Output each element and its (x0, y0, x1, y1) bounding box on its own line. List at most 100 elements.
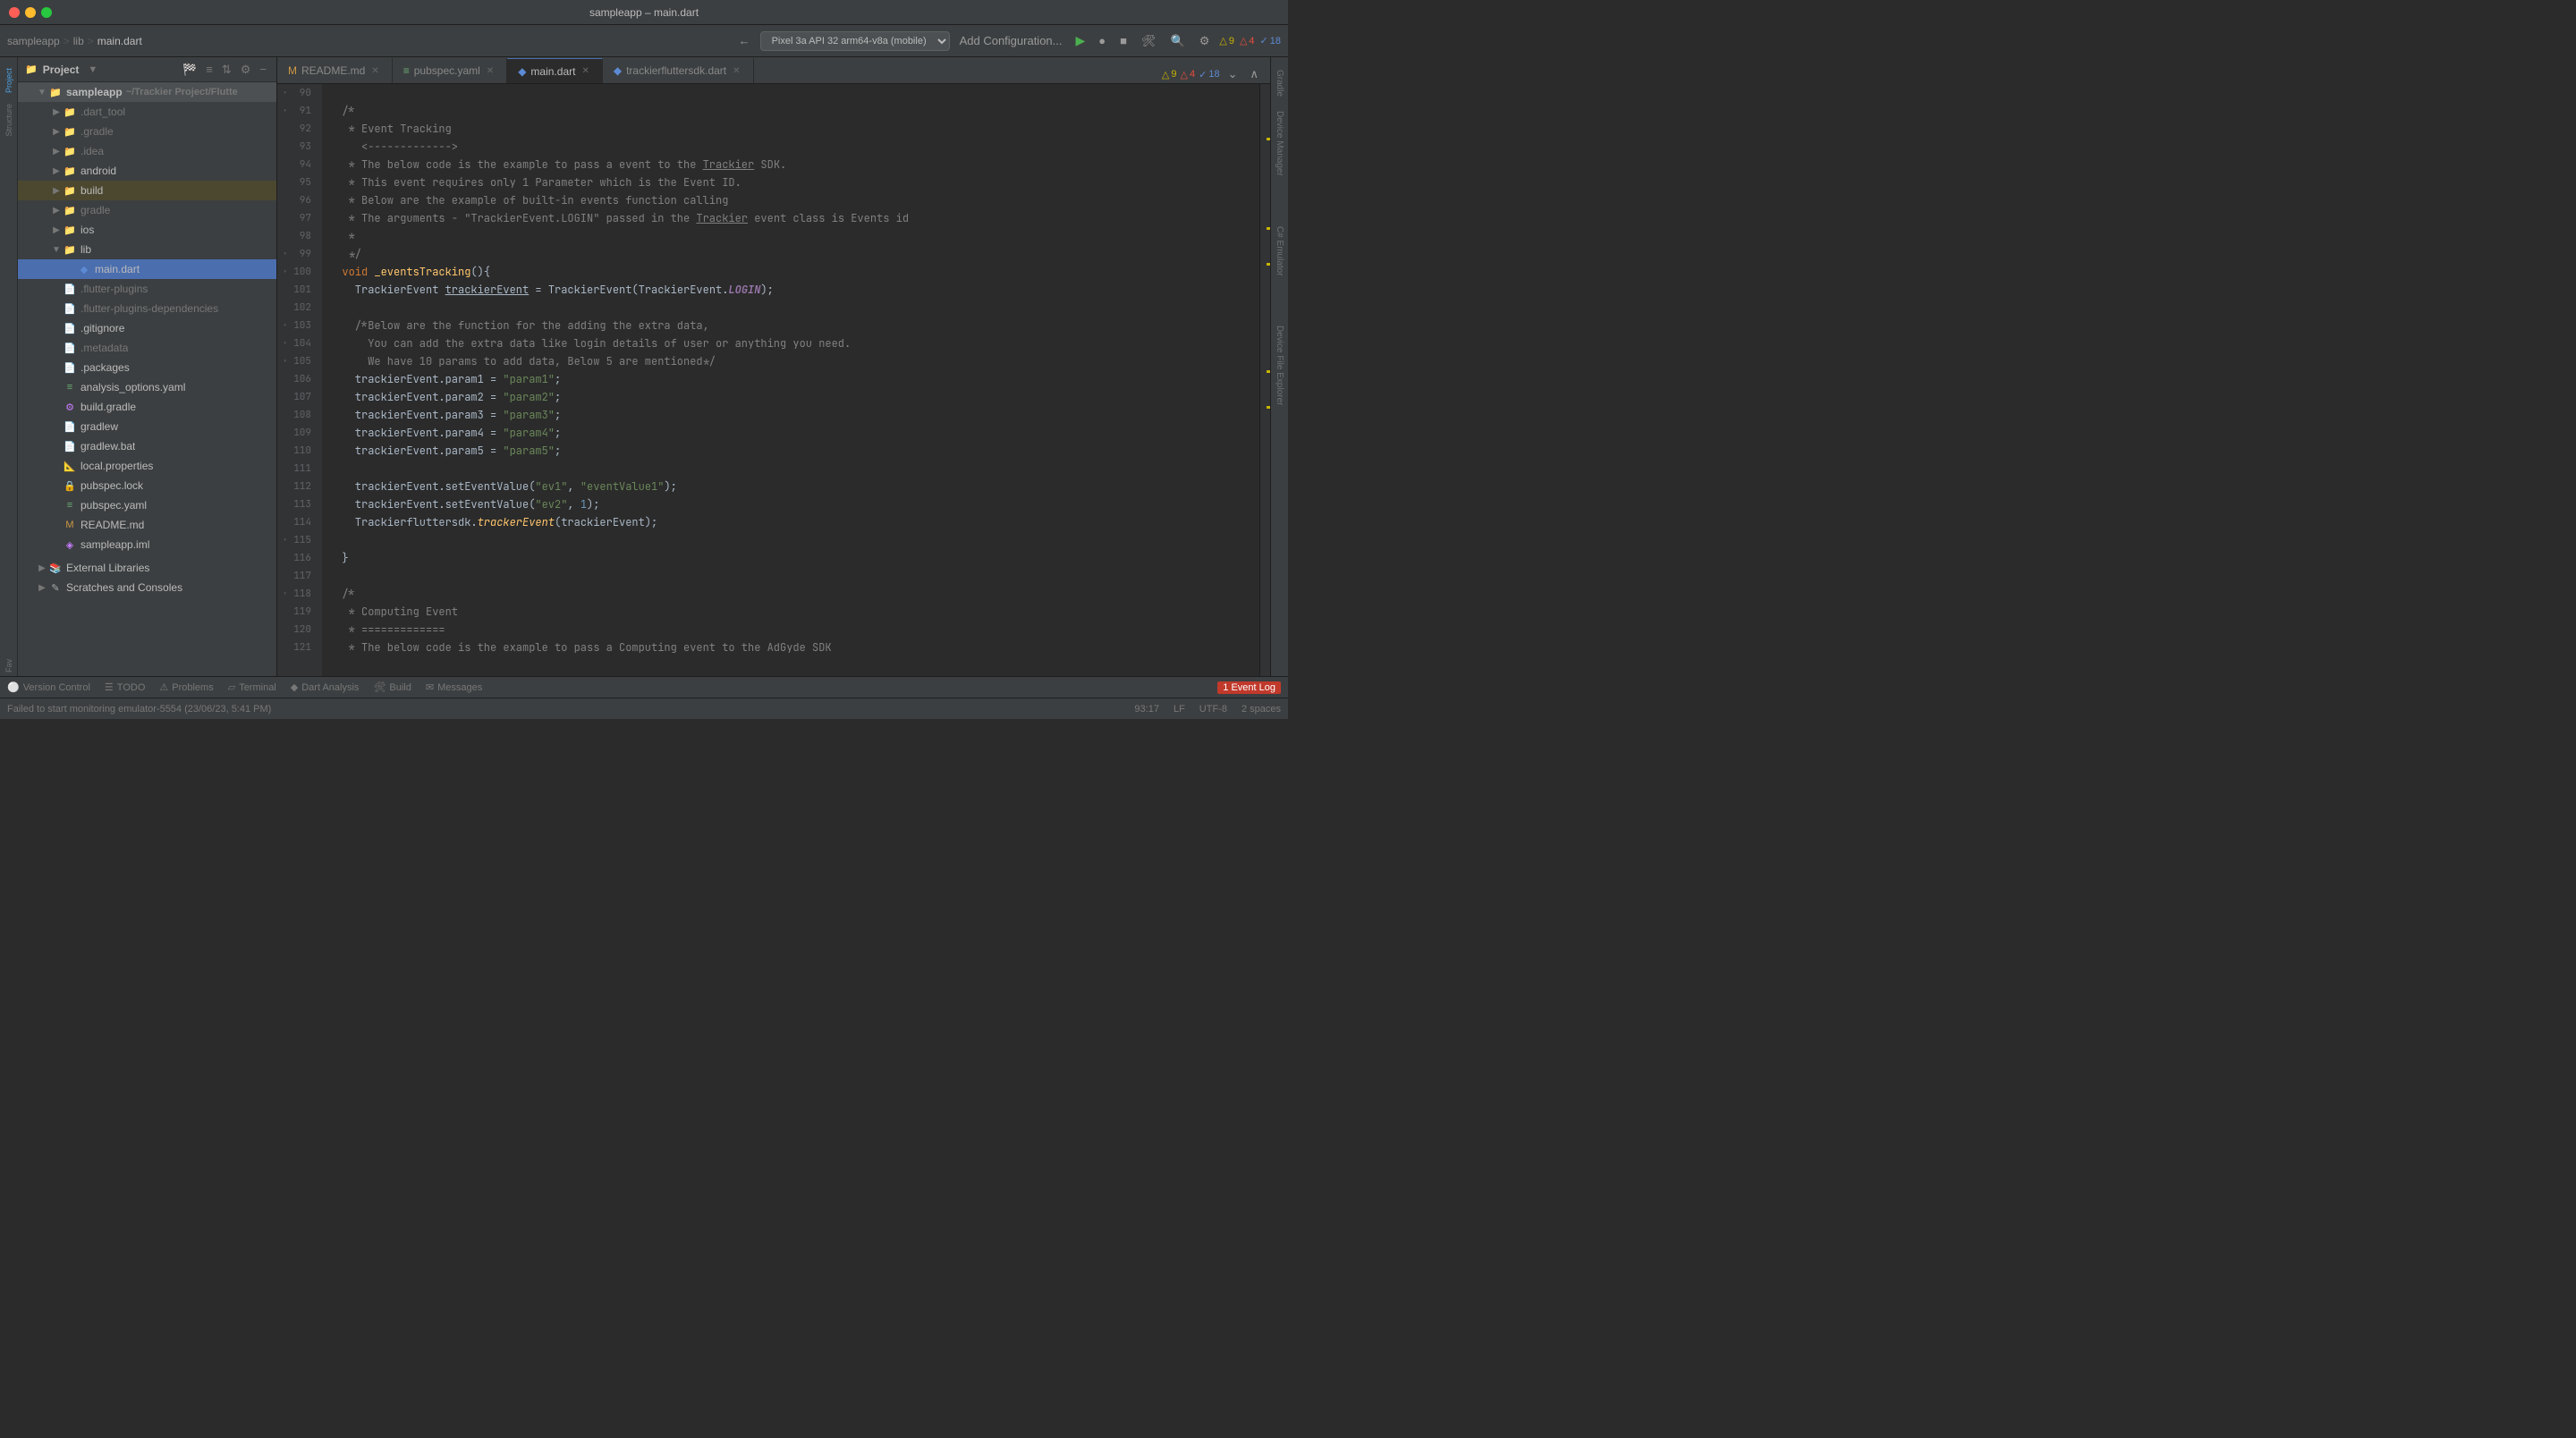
list-item[interactable]: 📄 .flutter-plugins (18, 279, 276, 299)
list-item[interactable]: ▶ 📁 ios (18, 220, 276, 240)
code-content[interactable]: /* * Event Tracking <-------------> * Th… (322, 84, 1259, 676)
search-button[interactable]: 🔍 (1166, 32, 1190, 50)
build-folder-icon: 📁 (63, 183, 77, 198)
position-indicator: 93:17 (1134, 704, 1159, 715)
minimize-button[interactable] (25, 7, 36, 18)
device-file-explorer-label[interactable]: Device File Explorer (1273, 320, 1286, 410)
pubspec-tab-icon: ≡ (403, 64, 410, 77)
list-item[interactable]: 📄 .metadata (18, 338, 276, 358)
code-line-108: trackierEvent.param3 = "param3"; (329, 406, 1252, 424)
list-item[interactable]: ◈ sampleapp.iml (18, 535, 276, 554)
messages-btn[interactable]: ✉ Messages (426, 681, 482, 693)
list-item[interactable]: M README.md (18, 515, 276, 535)
tab-pubspec[interactable]: ≡ pubspec.yaml ✕ (393, 58, 507, 83)
tree-root[interactable]: ▼ 📁 sampleapp ~/Trackier Project/Flutte (18, 82, 276, 102)
hint-badge[interactable]: ✓ 18 (1260, 35, 1281, 47)
list-item[interactable]: 🔒 pubspec.lock (18, 476, 276, 495)
device-selector[interactable]: Pixel 3a API 32 arm64-v8a (mobile) (760, 31, 950, 51)
line-ending: LF (1174, 704, 1185, 715)
settings-gear[interactable]: ⚙ (238, 63, 254, 77)
build-btn[interactable]: 🛠 Build (373, 681, 411, 693)
add-config-button[interactable]: Add Configuration... (955, 32, 1067, 49)
run-button[interactable]: ▶ (1072, 31, 1089, 50)
collapse-editor[interactable]: ⌄ (1224, 65, 1242, 83)
vc-icon: ⚪ (7, 681, 20, 693)
warning-badge[interactable]: △ 9 (1219, 35, 1234, 47)
gradle-panel-label[interactable]: Gradle (1273, 64, 1286, 102)
code-line-117 (329, 567, 1252, 585)
list-item[interactable]: ▶ 📁 .dart_tool (18, 102, 276, 122)
list-item[interactable]: ▶ 📁 .gradle (18, 122, 276, 141)
list-item[interactable]: 📄 .gitignore (18, 318, 276, 338)
dart-analysis-btn[interactable]: ◆ Dart Analysis (291, 681, 360, 693)
trackier-tab-icon: ◆ (614, 64, 622, 77)
list-item[interactable]: 📄 gradlew (18, 417, 276, 436)
emulator-label[interactable]: C# Emulator (1273, 221, 1286, 282)
tab-main-dart[interactable]: ◆ main.dart ✕ (507, 58, 603, 83)
readme-tab-close[interactable]: ✕ (369, 66, 380, 76)
list-item[interactable]: ▶ 📁 build (18, 181, 276, 200)
device-manager-label[interactable]: Device Manager (1273, 106, 1286, 182)
gutter-100: 100 (281, 263, 315, 281)
gutter-114: 114 (281, 513, 315, 531)
collapse-all-button[interactable]: ≡ (203, 63, 216, 77)
main-dart-tab-close[interactable]: ✕ (580, 66, 590, 76)
list-item[interactable]: 📐 local.properties (18, 456, 276, 476)
gutter-113: 113 (281, 495, 315, 513)
todo-btn[interactable]: ☰ TODO (105, 681, 145, 693)
back-button[interactable]: ← (734, 32, 755, 49)
pubspec-tab-close[interactable]: ✕ (485, 66, 496, 76)
android-folder-icon: 📁 (63, 164, 77, 178)
structure-icon[interactable]: Structure (3, 100, 15, 140)
pubspec-tab-label: pubspec.yaml (414, 64, 480, 77)
locate-button[interactable]: 🏁 (180, 63, 199, 77)
list-item[interactable]: ▶ 📁 .idea (18, 141, 276, 161)
list-item[interactable]: ≡ pubspec.yaml (18, 495, 276, 515)
panel-dropdown[interactable]: ▼ (88, 64, 97, 75)
list-item[interactable]: ⚙ build.gradle (18, 397, 276, 417)
favorites-icon[interactable]: Fav (3, 656, 15, 676)
editor-scroll-gutter[interactable] (1259, 84, 1270, 676)
list-item[interactable]: ▼ 📁 lib (18, 240, 276, 259)
list-item[interactable]: 📄 .flutter-plugins-dependencies (18, 299, 276, 318)
project-icon[interactable]: Project (3, 64, 15, 97)
gutter-91: 91 (281, 102, 315, 120)
gutter-110: 110 (281, 442, 315, 460)
event-log-button[interactable]: 1 Event Log (1217, 681, 1281, 694)
list-item[interactable]: ≡ analysis_options.yaml (18, 377, 276, 397)
gutter-96: 96 (281, 191, 315, 209)
problems-btn[interactable]: ⚠ Problems (159, 681, 213, 693)
hide-panel[interactable]: − (257, 63, 269, 77)
tree-item-scratches[interactable]: ▶ ✎ Scratches and Consoles (18, 578, 276, 597)
terminal-btn[interactable]: ▱ Terminal (228, 681, 276, 693)
gutter-108: 108 (281, 406, 315, 424)
expand-editor[interactable]: ∧ (1245, 65, 1263, 83)
tree-item-main-dart[interactable]: ◆ main.dart (18, 259, 276, 279)
trackier-tab-close[interactable]: ✕ (731, 66, 741, 76)
close-button[interactable] (9, 7, 20, 18)
code-editor[interactable]: 90 91 92 93 94 95 96 97 98 99 100 101 10… (277, 84, 1270, 676)
list-item[interactable]: 📄 gradlew.bat (18, 436, 276, 456)
build-button[interactable]: 🛠 (1137, 32, 1161, 50)
error-count: 4 (1249, 36, 1254, 47)
debug-button[interactable]: ● (1094, 32, 1110, 49)
stop-button[interactable]: ■ (1115, 32, 1131, 49)
gutter-115: 115 (281, 531, 315, 549)
tab-readme[interactable]: M README.md ✕ (277, 58, 393, 83)
settings-button[interactable]: ⚙ (1195, 32, 1215, 50)
window-controls[interactable] (9, 7, 52, 18)
tab-trackier[interactable]: ◆ trackierfluttersdk.dart ✕ (603, 58, 754, 83)
hint-count: 18 (1270, 36, 1281, 47)
gutter-mark-warning-3 (1267, 263, 1270, 266)
list-item[interactable]: 📄 .packages (18, 358, 276, 377)
sort-button[interactable]: ⇅ (219, 63, 234, 77)
root-label: sampleapp (66, 86, 123, 98)
list-item[interactable]: ▶ 📁 gradle (18, 200, 276, 220)
version-control-btn[interactable]: ⚪ Version Control (7, 681, 90, 693)
error-badge[interactable]: △ 4 (1240, 35, 1255, 47)
item-label: README.md (80, 519, 144, 531)
editor-area: M README.md ✕ ≡ pubspec.yaml ✕ ◆ main.da… (277, 57, 1270, 676)
list-item[interactable]: ▶ 📁 android (18, 161, 276, 181)
tree-item-external-libraries[interactable]: ▶ 📚 External Libraries (18, 558, 276, 578)
maximize-button[interactable] (41, 7, 52, 18)
